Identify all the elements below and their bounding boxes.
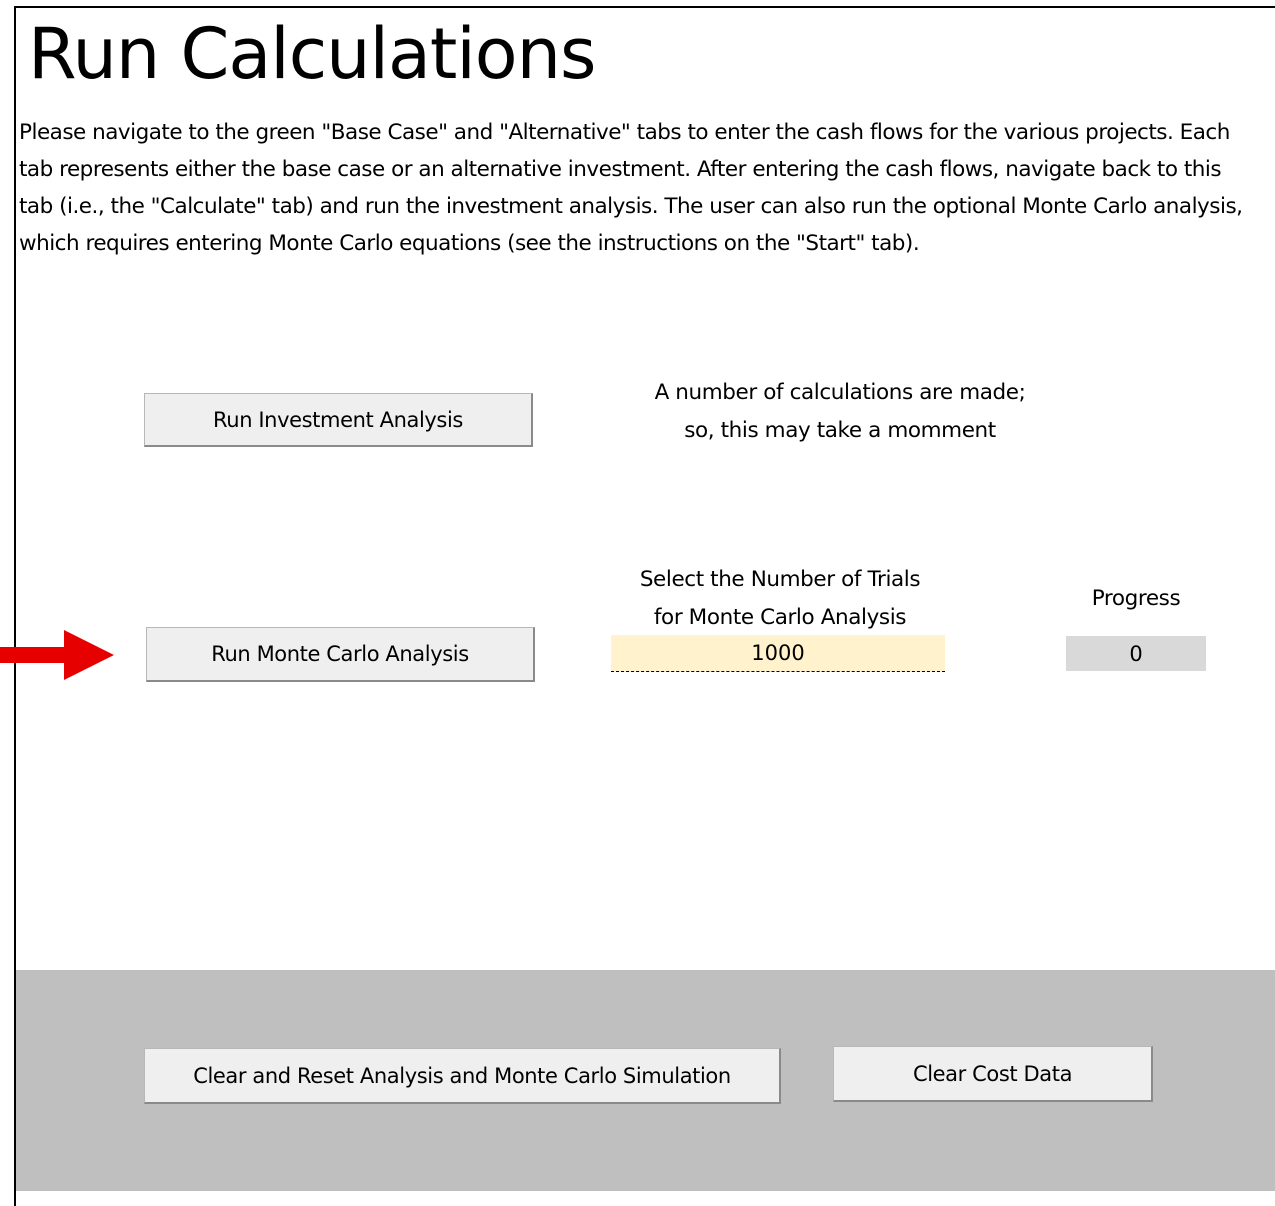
progress-label: Progress — [1091, 586, 1181, 611]
trials-label-line2: for Monte Carlo Analysis — [653, 605, 907, 630]
trials-label: Select the Number of Trials for Monte Ca… — [570, 561, 990, 637]
clear-reset-analysis-button[interactable]: Clear and Reset Analysis and Monte Carlo… — [144, 1048, 781, 1104]
trials-label-line1: Select the Number of Trials — [639, 567, 921, 592]
run-investment-analysis-button[interactable]: Run Investment Analysis — [144, 393, 533, 447]
right-arrow-icon — [0, 630, 114, 680]
calculation-note-line1: A number of calculations are made; — [654, 380, 1026, 405]
run-monte-carlo-analysis-button[interactable]: Run Monte Carlo Analysis — [146, 627, 535, 682]
calculation-note: A number of calculations are made; so, t… — [600, 374, 1080, 450]
instructions-text: Please navigate to the green "Base Case"… — [19, 120, 1243, 256]
number-of-trials-input[interactable] — [611, 635, 945, 672]
progress-value: 0 — [1066, 636, 1206, 671]
calculation-note-line2: so, this may take a momment — [684, 418, 996, 443]
clear-cost-data-button[interactable]: Clear Cost Data — [833, 1046, 1153, 1102]
page-title: Run Calculations — [28, 13, 596, 95]
